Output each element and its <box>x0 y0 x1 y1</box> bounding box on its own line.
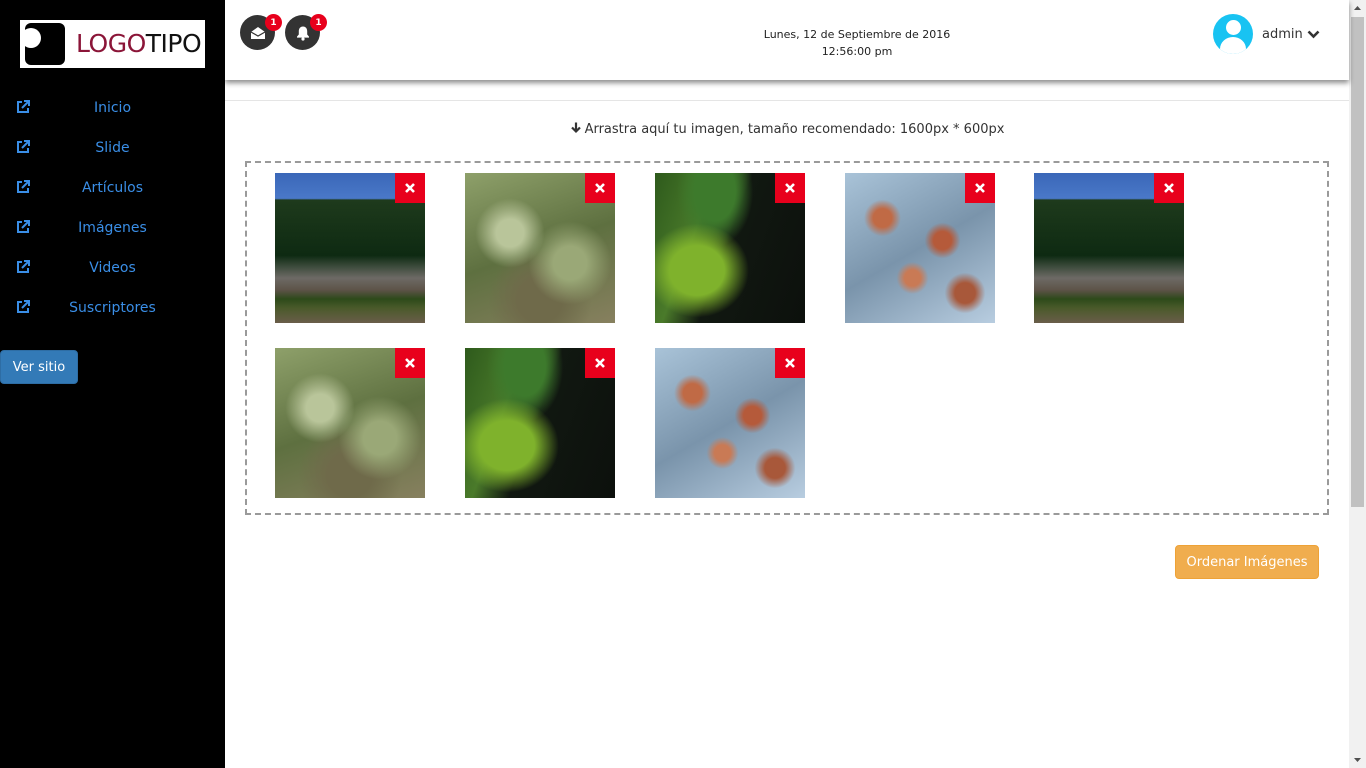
sidebar-item-label: Artículos <box>81 180 144 196</box>
gallery-image[interactable] <box>655 348 805 498</box>
close-icon <box>595 183 605 193</box>
sidebar-item-inicio[interactable]: Inicio <box>0 88 225 128</box>
external-link-icon <box>17 260 30 273</box>
messages-badge: 1 <box>265 14 282 31</box>
sidebar-item-slide[interactable]: Slide <box>0 128 225 168</box>
sidebar-item-label: Videos <box>89 260 136 276</box>
sidebar-item-label: Imágenes <box>78 220 147 236</box>
bell-icon <box>296 26 309 41</box>
gallery-image[interactable] <box>275 173 425 323</box>
delete-image-button[interactable] <box>395 173 425 203</box>
close-icon <box>405 358 415 368</box>
image-dropzone[interactable] <box>245 161 1329 515</box>
external-link-icon <box>17 180 30 193</box>
upload-hint: Arrastra aquí tu imagen, tamaño recomend… <box>225 122 1349 137</box>
gallery-image[interactable] <box>845 173 995 323</box>
delete-image-button[interactable] <box>585 173 615 203</box>
upload-hint-text: Arrastra aquí tu imagen, tamaño recomend… <box>584 122 1005 137</box>
delete-image-button[interactable] <box>1154 173 1184 203</box>
sidebar-item-videos[interactable]: Videos <box>0 248 225 288</box>
vertical-scrollbar[interactable] <box>1349 0 1366 768</box>
logo[interactable]: LOGOTIPO <box>20 20 205 68</box>
sidebar-item-suscriptores[interactable]: Suscriptores <box>0 288 225 328</box>
close-icon <box>785 358 795 368</box>
username: admin <box>1262 26 1303 42</box>
gallery-image[interactable] <box>655 173 805 323</box>
scroll-down-arrow-icon[interactable] <box>1349 751 1366 768</box>
current-time: 12:56:00 pm <box>821 45 893 58</box>
external-link-icon <box>17 300 30 313</box>
scroll-thumb[interactable] <box>1351 17 1364 507</box>
logo-text: LOGOTIPO <box>76 29 202 58</box>
avatar <box>1213 14 1253 54</box>
close-icon <box>975 183 985 193</box>
header-divider <box>225 100 1349 101</box>
messages-button[interactable]: 1 <box>240 14 282 50</box>
gallery-image[interactable] <box>465 348 615 498</box>
scroll-up-arrow-icon[interactable] <box>1349 0 1366 17</box>
notifications-button[interactable]: 1 <box>285 14 327 50</box>
user-menu[interactable]: admin <box>1213 14 1320 54</box>
chevron-down-icon <box>1307 30 1320 39</box>
delete-image-button[interactable] <box>585 348 615 378</box>
date-time: Lunes, 12 de Septiembre de 2016 12:56:00… <box>655 26 1059 60</box>
arrow-down-icon <box>570 122 581 134</box>
gallery-image[interactable] <box>465 173 615 323</box>
gallery-image[interactable] <box>275 348 425 498</box>
sidebar-item-label: Suscriptores <box>69 300 156 316</box>
close-icon <box>405 183 415 193</box>
external-link-icon <box>17 140 30 153</box>
delete-image-button[interactable] <box>395 348 425 378</box>
delete-image-button[interactable] <box>965 173 995 203</box>
order-images-button[interactable]: Ordenar Imágenes <box>1175 545 1319 579</box>
sidebar-item-label: Inicio <box>93 100 132 116</box>
external-link-icon <box>17 220 30 233</box>
envelope-icon <box>250 26 265 39</box>
logo-mark <box>21 23 65 65</box>
external-link-icon <box>17 100 30 113</box>
top-header: 1 1 Lunes, 12 de Septiembre de 2016 12:5… <box>225 0 1349 80</box>
current-date: Lunes, 12 de Septiembre de 2016 <box>763 28 951 41</box>
sidebar-item-label: Slide <box>95 140 130 156</box>
close-icon <box>595 358 605 368</box>
sidebar-item-imagenes[interactable]: Imágenes <box>0 208 225 248</box>
sidebar-nav: Inicio Slide Artículos Imágenes Videos S… <box>0 88 225 328</box>
close-icon <box>785 183 795 193</box>
close-icon <box>1164 183 1174 193</box>
notifications-badge: 1 <box>310 14 327 31</box>
gallery-image[interactable] <box>1034 173 1184 323</box>
delete-image-button[interactable] <box>775 348 805 378</box>
delete-image-button[interactable] <box>775 173 805 203</box>
sidebar-item-articulos[interactable]: Artículos <box>0 168 225 208</box>
sidebar: LOGOTIPO Inicio Slide Artículos Imágenes… <box>0 0 225 768</box>
visit-site-button[interactable]: Ver sitio <box>0 350 78 384</box>
